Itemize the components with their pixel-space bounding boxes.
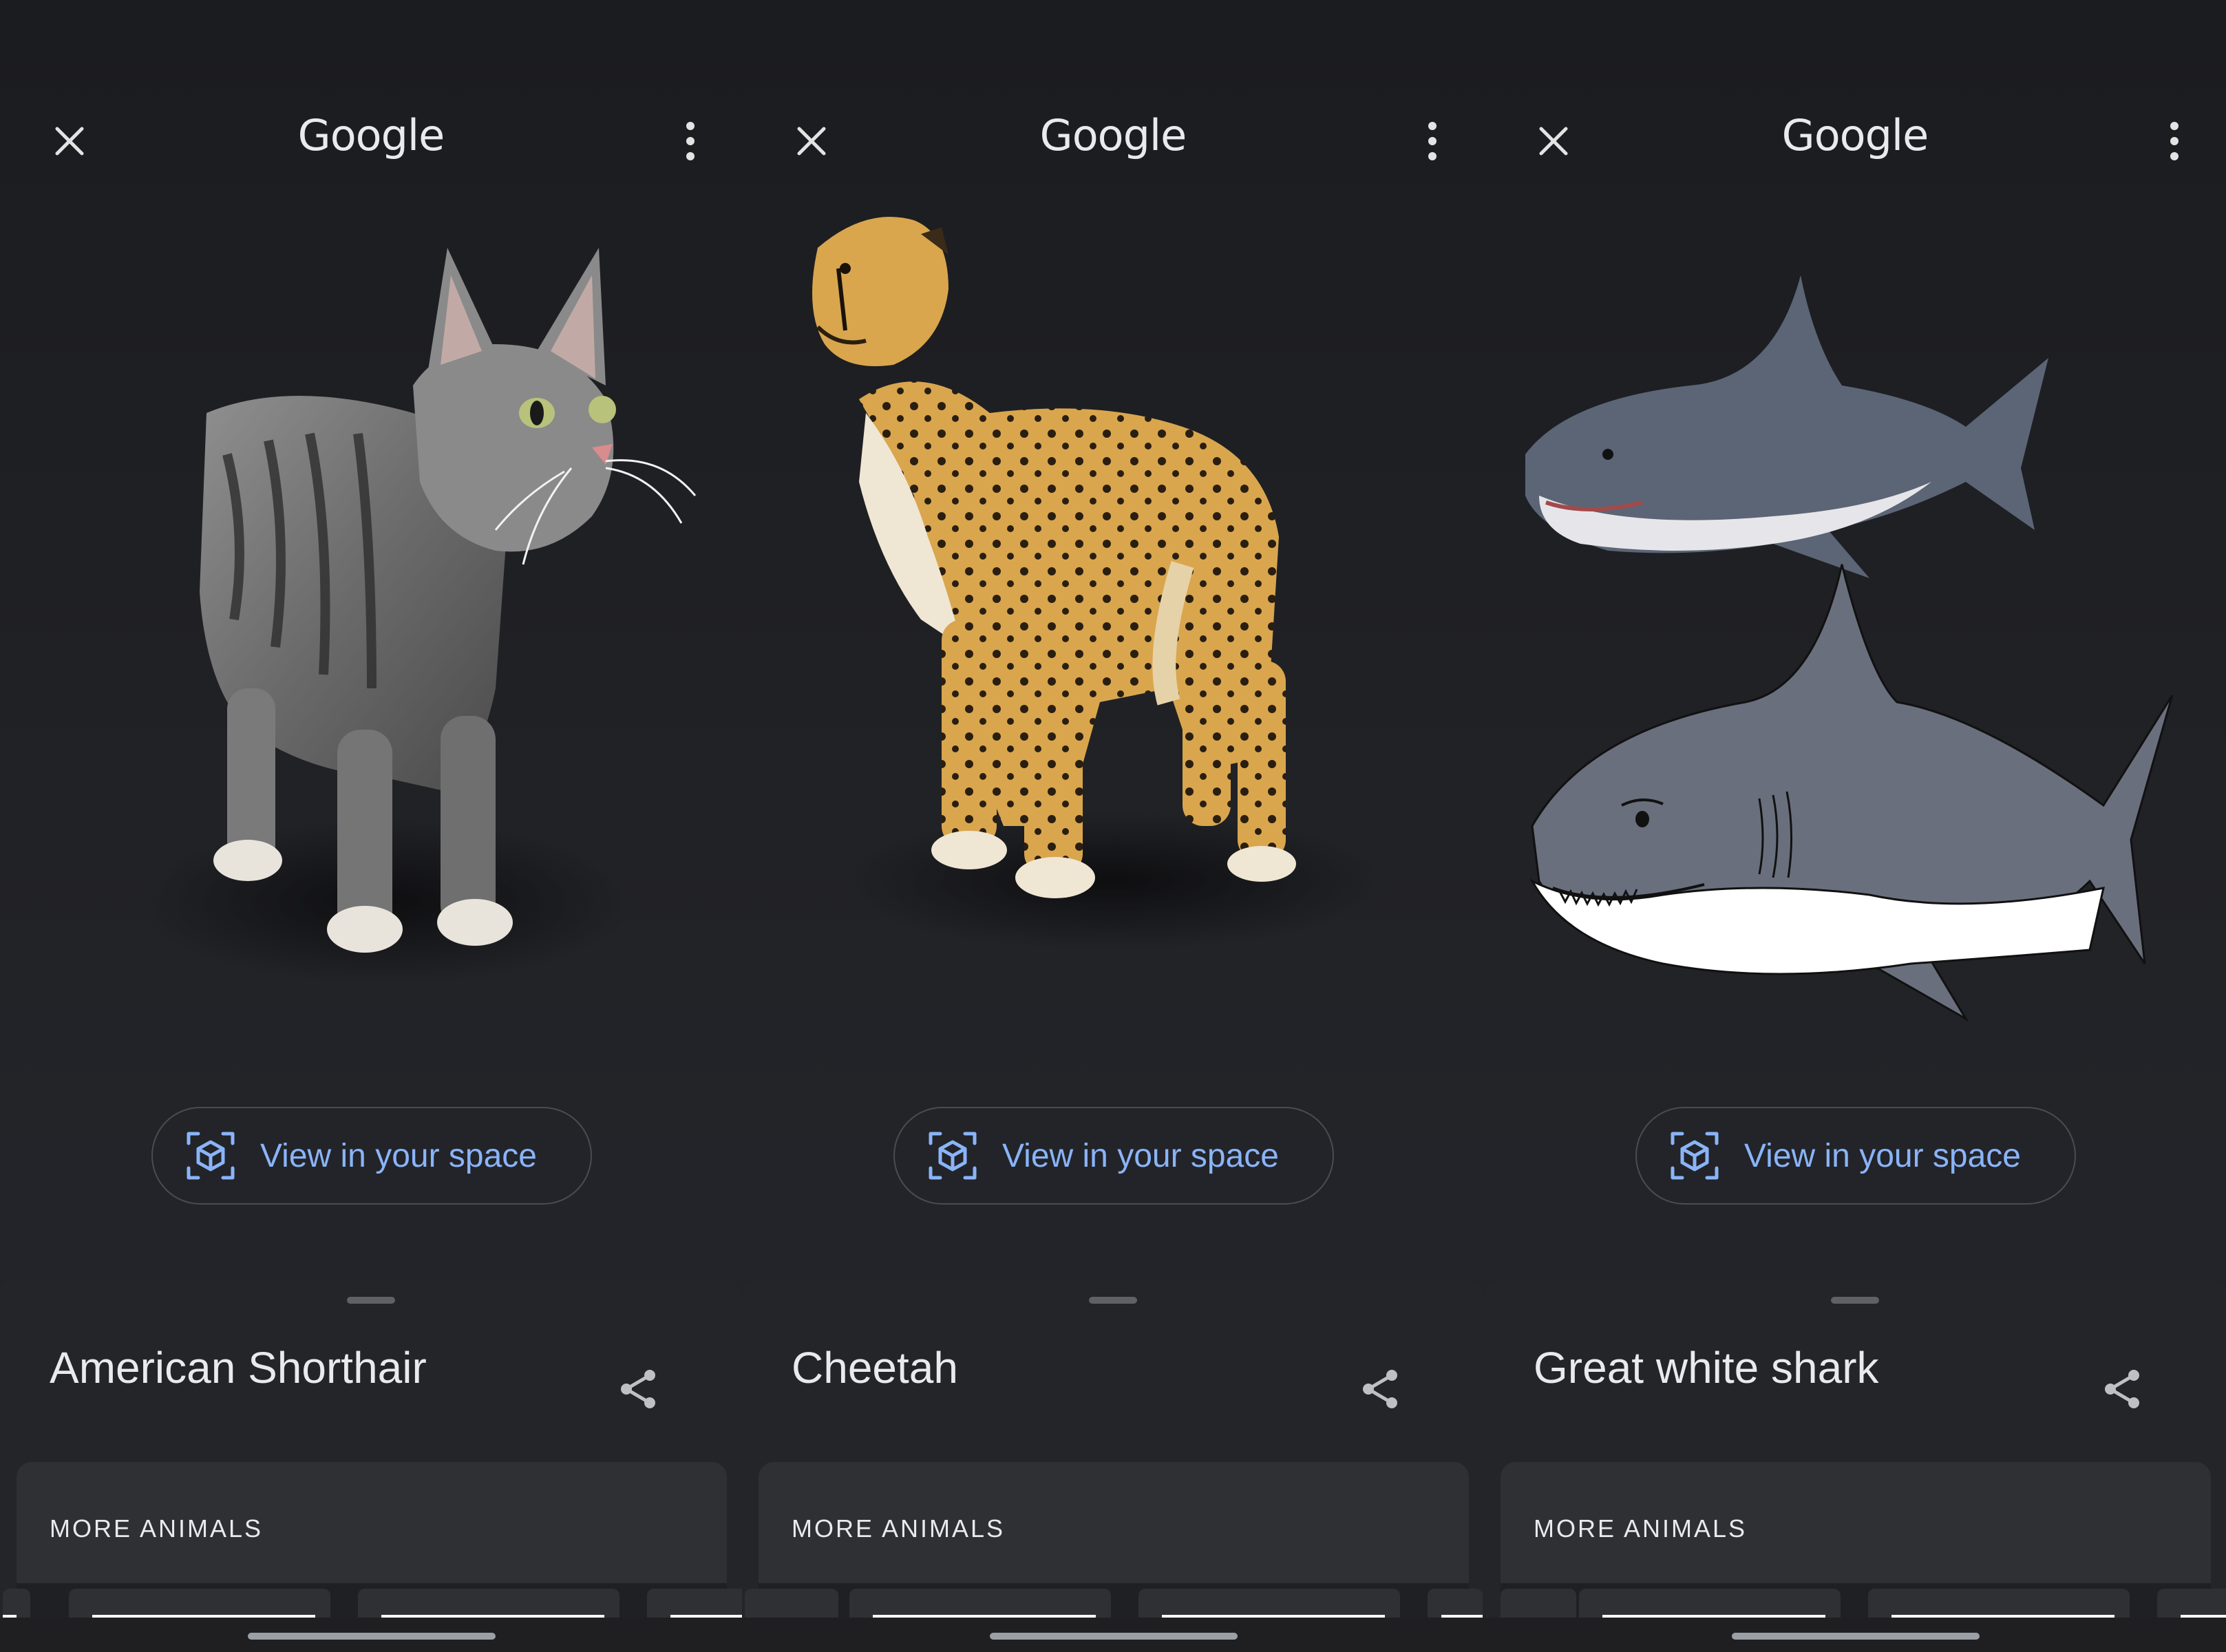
google-logo: Google — [1039, 110, 1187, 160]
top-bar: Google — [742, 0, 1484, 206]
top-bar: Google — [0, 0, 742, 206]
home-gesture-handle[interactable] — [1732, 1633, 1980, 1640]
more-options-button[interactable] — [1408, 114, 1456, 169]
top-bar: Google — [1484, 0, 2226, 206]
share-icon — [621, 1370, 655, 1408]
screen-american-shorthair: Google View in your space American Short… — [0, 0, 742, 1652]
view-in-your-space-button[interactable]: View in your space — [1635, 1107, 2076, 1205]
screen-cheetah: Google View in your space Cheetah MORE A… — [742, 0, 1484, 1652]
home-gesture-handle[interactable] — [990, 1633, 1238, 1640]
ar-cube-icon — [187, 1132, 235, 1180]
sheet-drag-handle[interactable] — [347, 1297, 395, 1304]
animal-title: Cheetah — [792, 1343, 958, 1392]
more-vert-icon — [1428, 122, 1437, 160]
view-in-your-space-button[interactable]: View in your space — [893, 1107, 1334, 1205]
cat-model-image — [138, 248, 697, 984]
screen-great-white-shark: Google View in your space Great white sh… — [1484, 0, 2226, 1652]
more-animals-heading: MORE ANIMALS — [50, 1514, 264, 1543]
more-options-button[interactable] — [666, 114, 714, 169]
google-logo: Google — [1781, 110, 1929, 160]
view-in-your-space-button[interactable]: View in your space — [151, 1107, 592, 1205]
view-in-your-space-label: View in your space — [1002, 1137, 1279, 1174]
shark-model-image — [1525, 275, 2174, 1022]
ar-cube-icon — [1671, 1132, 1719, 1180]
animal-title: Great white shark — [1534, 1343, 1879, 1392]
cheetah-model-image — [812, 217, 1389, 950]
more-animals-heading: MORE ANIMALS — [792, 1514, 1006, 1543]
share-icon — [2105, 1370, 2139, 1408]
ar-cube-icon — [929, 1132, 977, 1180]
share-button[interactable] — [611, 1362, 666, 1417]
view-in-your-space-label: View in your space — [260, 1137, 537, 1174]
screenshot-collage: Google View in your space American Short… — [0, 0, 2226, 1652]
sheet-drag-handle[interactable] — [1089, 1297, 1137, 1304]
share-icon — [1363, 1370, 1397, 1408]
system-nav-bar — [742, 1618, 1484, 1652]
google-logo: Google — [297, 110, 445, 160]
bottom-sheet[interactable]: Great white shark MORE ANIMALS — [1484, 1279, 2226, 1652]
bottom-sheet[interactable]: American Shorthair MORE ANIMALS — [0, 1279, 742, 1652]
system-nav-bar — [1484, 1618, 2226, 1652]
3d-model-viewer[interactable] — [0, 206, 742, 1067]
3d-model-viewer[interactable] — [742, 206, 1484, 1067]
more-options-button[interactable] — [2150, 114, 2198, 169]
view-in-your-space-label: View in your space — [1744, 1137, 2021, 1174]
sheet-drag-handle[interactable] — [1831, 1297, 1879, 1304]
bottom-sheet[interactable]: Cheetah MORE ANIMALS — [742, 1279, 1484, 1652]
3d-model-viewer[interactable] — [1484, 206, 2226, 1067]
share-button[interactable] — [1353, 1362, 1408, 1417]
more-vert-icon — [686, 122, 695, 160]
system-nav-bar — [0, 1618, 742, 1652]
more-vert-icon — [2170, 122, 2179, 160]
animal-title: American Shorthair — [50, 1343, 427, 1392]
home-gesture-handle[interactable] — [248, 1633, 496, 1640]
more-animals-heading: MORE ANIMALS — [1534, 1514, 1748, 1543]
share-button[interactable] — [2095, 1362, 2150, 1417]
